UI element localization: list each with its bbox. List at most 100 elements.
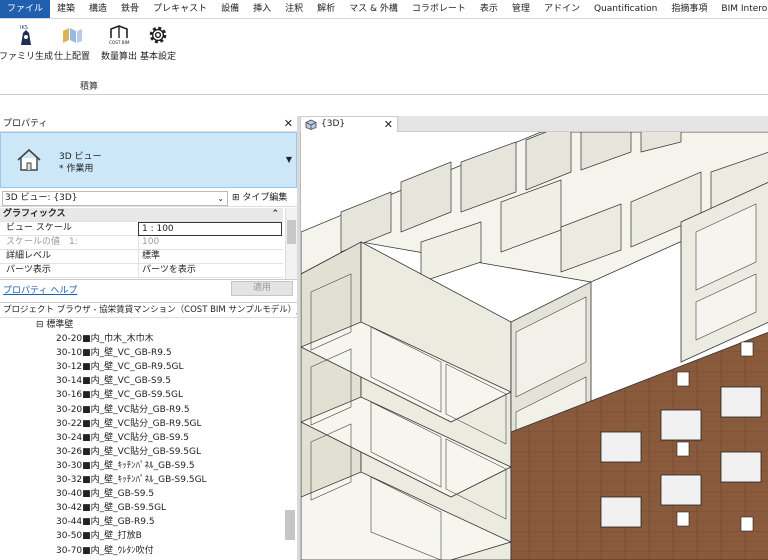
project-browser-tree: ⊟ 標準壁 20-20■内_巾木_木巾木 30-10■内_壁_VC_GB-R9.5…: [0, 318, 297, 560]
ribbon-tab[interactable]: プレキャスト: [146, 0, 214, 18]
ribbon-tab[interactable]: 管理: [505, 0, 537, 18]
tree-item-wall-type[interactable]: 30-70■内_壁_ｳﾚﾀﾝ吹付: [56, 544, 154, 558]
tree-item-wall-type[interactable]: 30-42■内_壁_GB-S9.5GL: [56, 501, 166, 515]
project-browser-title-text: プロジェクト ブラウザ - 協栄賃貸マンション（COST BIM サンプルモデル…: [3, 305, 297, 315]
svg-text:COST BIM: COST BIM: [109, 40, 130, 45]
tree-item-wall-type[interactable]: 30-20■内_壁_VC貼分_GB-R9.5: [56, 403, 190, 417]
close-icon[interactable]: ✕: [284, 116, 293, 132]
ribbon-tab[interactable]: 挿入: [246, 0, 278, 18]
prop-row-parts[interactable]: パーツ表示 パーツを表示: [0, 264, 283, 278]
edit-type-button[interactable]: ⊞ タイプ編集: [232, 191, 287, 206]
basic-settings-label: 基本設定: [139, 52, 176, 62]
tree-item-label: 30-30■内_壁_ｷｯﾁﾝﾊﾟﾈﾙ_GB-S9.5: [56, 460, 195, 471]
prop-key: パーツ表示: [6, 265, 51, 275]
ribbon-tab[interactable]: 解析: [310, 0, 342, 18]
tree-item-label: 30-10■内_壁_VC_GB-R9.5: [56, 348, 172, 359]
ribbon-tab[interactable]: コラボレート: [405, 0, 473, 18]
prop-key: 詳細レベル: [6, 251, 52, 261]
ribbon-tab[interactable]: アドイン: [537, 0, 587, 18]
ribbon-tab[interactable]: マス & 外構: [342, 0, 405, 18]
tree-item-label: 30-50■内_壁_打放B: [56, 531, 142, 542]
instance-row: 3D ビュー: {3D} ⌄ ⊞ タイプ編集: [0, 190, 297, 207]
tree-item-wall-type[interactable]: 30-50■内_壁_打放B: [56, 529, 142, 543]
tree-item-wall-type[interactable]: 30-44■内_壁_GB-R9.5: [56, 515, 155, 529]
tree-item-wall-type[interactable]: 30-16■内_壁_VC_GB-S9.5GL: [56, 388, 183, 402]
family-create-button[interactable]: IKS ファミリ生成: [0, 21, 53, 65]
3d-view-canvas[interactable]: [300, 132, 768, 560]
chevron-down-icon: ⌄: [217, 194, 224, 203]
prop-row-view-scale[interactable]: ビュー スケール 1 : 100: [0, 222, 283, 236]
3d-view-house-icon: [17, 148, 41, 171]
prop-key: ビュー スケール: [6, 223, 72, 233]
tree-item-wall-type[interactable]: 30-12■内_壁_VC_GB-R9.5GL: [56, 360, 184, 374]
tree-item-wall-type[interactable]: 30-26■内_壁_VC貼分_GB-S9.5GL: [56, 445, 201, 459]
ribbon-tab[interactable]: 構造: [82, 0, 114, 18]
type-selector[interactable]: 3D ビュー * 作業用 ▼: [0, 132, 297, 188]
prop-row-detail-level[interactable]: 詳細レベル 標準: [0, 250, 283, 264]
apply-button[interactable]: 適用: [231, 281, 293, 296]
view-tab-3d[interactable]: {3D} ✕: [300, 116, 398, 132]
tree-item-wall-type[interactable]: 30-40■内_壁_GB-S9.5: [56, 487, 154, 501]
ribbon-tab[interactable]: Quantification: [587, 0, 664, 18]
tree-item-label: 30-26■内_壁_VC貼分_GB-S9.5GL: [56, 446, 202, 457]
tree-item-label: 30-70■内_壁_ｳﾚﾀﾝ吹付: [56, 545, 154, 556]
type-subname: * 作業用: [59, 164, 94, 174]
3d-view-icon: [305, 119, 317, 130]
svg-text:IKS: IKS: [20, 25, 28, 31]
view-scale-field[interactable]: 1 : 100: [138, 222, 282, 236]
cost-bim-icon: COST BIM: [109, 25, 130, 45]
tree-item-wall-type[interactable]: 30-22■内_壁_VC貼分_GB-R9.5GL: [56, 417, 202, 431]
properties-grid: グラフィックス ⌃ ビュー スケール 1 : 100 スケールの値 1: 100…: [0, 208, 297, 280]
building-3d-model[interactable]: [301, 132, 768, 560]
prop-key: スケールの値 1:: [6, 237, 78, 247]
tree-item-label: 30-40■内_壁_GB-S9.5: [56, 489, 155, 500]
tree-item-wall-type[interactable]: 30-30■内_壁_ｷｯﾁﾝﾊﾟﾈﾙ_GB-S9.5: [56, 459, 195, 473]
ribbon-panel: IKS ファミリ生成 仕上配置 COST BIM 数量算出 基本設定 積算: [0, 19, 768, 95]
basic-settings-button[interactable]: 基本設定: [136, 21, 180, 65]
collapse-icon[interactable]: ⌃: [271, 208, 279, 221]
instance-selector[interactable]: 3D ビュー: {3D} ⌄: [2, 191, 228, 206]
ribbon-tab[interactable]: 注釈: [278, 0, 310, 18]
tree-item-label: 30-20■内_壁_VC貼分_GB-R9.5: [56, 404, 190, 415]
tree-item-label: 30-16■内_壁_VC_GB-S9.5GL: [56, 390, 184, 401]
tree-item-label: 20-20■内_巾木_木巾木: [56, 334, 154, 344]
close-icon[interactable]: ✕: [384, 117, 393, 132]
ribbon-tabs: ファイル 建築 構造 鉄骨 プレキャスト 設備 挿入 注釈 解析 マス & 外構 コラボレート 表示管…: [0, 0, 768, 19]
tree-item-label: 30-12■内_壁_VC_GB-R9.5GL: [56, 362, 184, 373]
ribbon-tab[interactable]: BIM Interopera: [714, 0, 768, 18]
gear-icon: [149, 26, 167, 44]
finish-place-button[interactable]: 仕上配置: [50, 21, 94, 65]
prop-row-scale-value: スケールの値 1: 100: [0, 236, 283, 250]
tree-item-wall-type[interactable]: 30-24■内_壁_VC貼分_GB-S9.5: [56, 431, 189, 445]
view-tab-label: {3D}: [321, 119, 346, 129]
tree-item-label: 30-22■内_壁_VC貼分_GB-R9.5GL: [56, 418, 202, 429]
properties-title: プロパティ: [3, 119, 48, 129]
ribbon-tab[interactable]: 設備: [214, 0, 246, 18]
ribbon-tab[interactable]: 鉄骨: [114, 0, 146, 18]
ribbon-tab[interactable]: 指摘事項: [664, 0, 714, 18]
properties-help-link[interactable]: プロパティ ヘルプ: [3, 283, 77, 296]
detail-level-value[interactable]: 標準: [138, 250, 282, 264]
category-label: グラフィックス: [3, 209, 66, 219]
panel-label: 積算: [80, 82, 99, 92]
tree-item-wall-type[interactable]: 30-32■内_壁_ｷｯﾁﾝﾊﾟﾈﾙ_GB-S9.5GL: [56, 473, 207, 487]
ribbon-tab[interactable]: ファイル: [0, 0, 51, 18]
category-graphics[interactable]: グラフィックス ⌃: [0, 208, 283, 222]
finish-place-icon: [63, 28, 82, 43]
properties-title-bar: プロパティ ✕: [0, 116, 297, 132]
parts-visibility-value[interactable]: パーツを表示: [138, 264, 282, 278]
tree-item-wall-type[interactable]: 30-14■内_壁_VC_GB-S9.5: [56, 374, 171, 388]
browser-scrollbar-thumb[interactable]: [285, 510, 295, 540]
instance-selector-value: 3D ビュー: {3D}: [5, 193, 78, 203]
project-browser-title: プロジェクト ブラウザ - 協栄賃貸マンション（COST BIM サンプルモデル…: [0, 302, 297, 318]
ribbon-tab[interactable]: 表示: [473, 0, 505, 18]
tree-group-standard-wall[interactable]: ⊟ 標準壁: [36, 318, 73, 332]
tree-item-wall-type[interactable]: 20-20■内_巾木_木巾木: [56, 332, 154, 346]
view-tab-strip: [398, 116, 768, 132]
collapse-box-icon[interactable]: ⊟: [36, 320, 44, 330]
ribbon-tab[interactable]: 建築: [50, 0, 82, 18]
tree-item-label: 30-32■内_壁_ｷｯﾁﾝﾊﾟﾈﾙ_GB-S9.5GL: [56, 475, 207, 485]
edit-type-label: タイプ編集: [242, 193, 288, 203]
tree-item-wall-type[interactable]: 30-10■内_壁_VC_GB-R9.5: [56, 346, 172, 360]
properties-scrollbar[interactable]: [285, 208, 297, 279]
